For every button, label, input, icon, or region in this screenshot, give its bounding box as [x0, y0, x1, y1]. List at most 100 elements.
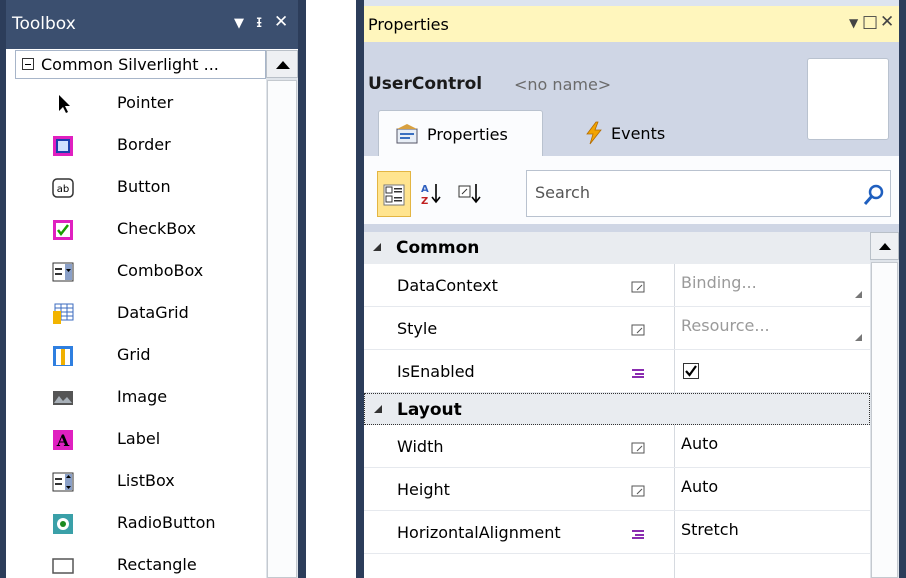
search-icon[interactable]: [862, 183, 886, 207]
property-row-partial[interactable]: [364, 554, 870, 578]
property-value[interactable]: [674, 350, 870, 392]
image-icon: [53, 391, 73, 405]
properties-frame-right: [899, 0, 906, 578]
enum-marker-icon[interactable]: [631, 367, 645, 379]
collapse-icon[interactable]: [373, 243, 381, 251]
close-icon[interactable]: ✕: [274, 12, 288, 32]
element-name[interactable]: <no name>: [514, 75, 611, 94]
tab-label: Properties: [427, 125, 508, 144]
search-box[interactable]: [526, 170, 891, 217]
close-icon[interactable]: ✕: [880, 12, 894, 32]
toolbox-item-label: Label: [117, 429, 161, 448]
toolbox-item-button[interactable]: ab Button: [44, 166, 264, 208]
property-row-horizontalalignment[interactable]: HorizontalAlignment Stretch: [364, 511, 870, 554]
toolbox-item-label: RadioButton: [117, 513, 216, 532]
toolbox-item-label: Rectangle: [117, 555, 197, 574]
sort-source-button[interactable]: [453, 171, 487, 217]
property-marker-icon[interactable]: [631, 281, 645, 293]
toolbox-item-combobox[interactable]: ComboBox: [44, 250, 264, 292]
scroll-up-button[interactable]: [266, 50, 298, 78]
collapse-icon[interactable]: [374, 405, 382, 413]
property-value[interactable]: Auto: [674, 468, 870, 510]
listbox-icon: [52, 472, 74, 492]
sort-az-button[interactable]: A Z: [415, 171, 449, 217]
property-name: Style: [397, 319, 438, 338]
collapse-icon[interactable]: [22, 58, 34, 70]
toolbox-category-header[interactable]: Common Silverlight ...: [15, 50, 266, 79]
toolbox-item-border[interactable]: Border: [44, 124, 264, 166]
tab-content-edge: [364, 156, 899, 166]
enum-marker-icon[interactable]: [631, 528, 645, 540]
property-row-isenabled[interactable]: IsEnabled: [364, 350, 870, 393]
toolbox-item-label: Grid: [117, 345, 151, 364]
scroll-up-button[interactable]: [870, 232, 899, 260]
scroll-thumb[interactable]: [871, 262, 898, 578]
isenabled-checkbox[interactable]: [683, 363, 699, 379]
pin-icon[interactable]: ᵻ: [256, 12, 262, 32]
tab-label: Events: [611, 124, 666, 143]
toolbox-item-label[interactable]: A Label: [44, 418, 264, 460]
tab-properties[interactable]: Properties: [378, 110, 543, 156]
property-row-style[interactable]: Style Resource...: [364, 307, 870, 350]
rectangle-icon: [52, 558, 74, 574]
toolbox-title: Toolbox: [12, 14, 76, 34]
svg-text:Z: Z: [421, 196, 428, 207]
button-icon: ab: [52, 178, 74, 198]
border-icon: [53, 136, 73, 156]
property-value[interactable]: Resource...: [674, 307, 870, 349]
category-common[interactable]: Common: [364, 232, 870, 264]
property-grid: Common DataContext Binding... Style Reso…: [364, 232, 870, 578]
toolbox-item-label: Image: [117, 387, 168, 406]
toolbox-item-grid[interactable]: Grid: [44, 334, 264, 376]
toolbox-title-bar[interactable]: Toolbox ▼ ᵻ ✕: [6, 0, 298, 49]
search-input[interactable]: [535, 183, 855, 202]
property-value[interactable]: Stretch: [674, 511, 870, 553]
toolbox-item-datagrid[interactable]: DataGrid: [44, 292, 264, 334]
maximize-icon[interactable]: □: [862, 12, 878, 32]
toolbox-item-listbox[interactable]: ListBox: [44, 460, 264, 502]
toolbox-item-pointer[interactable]: Pointer: [44, 82, 264, 124]
combobox-icon: [52, 262, 74, 282]
toolbox-item-checkbox[interactable]: CheckBox: [44, 208, 264, 250]
property-value[interactable]: Binding...: [674, 264, 870, 306]
element-preview: [807, 58, 889, 140]
dropdown-icon[interactable]: ▼: [234, 16, 244, 31]
toolbox-item-label: Pointer: [117, 93, 174, 112]
toolbox-panel: Toolbox ▼ ᵻ ✕ Common Silverlight ... Poi…: [0, 0, 306, 578]
toolbox-item-label: Border: [117, 135, 171, 154]
properties-icon: [396, 124, 418, 144]
toolbox-item-label: CheckBox: [117, 219, 196, 238]
property-name: DataContext: [397, 276, 498, 295]
property-row-width[interactable]: Width Auto: [364, 425, 870, 468]
property-row-height[interactable]: Height Auto: [364, 468, 870, 511]
properties-title-bar[interactable]: Properties ▼ □ ✕: [364, 6, 899, 42]
toolbox-item-image[interactable]: Image: [44, 376, 264, 418]
toolbox-scrollbar[interactable]: [266, 50, 298, 578]
property-name: Width: [397, 437, 444, 456]
property-marker-icon[interactable]: [631, 324, 645, 336]
category-layout[interactable]: Layout: [364, 393, 870, 425]
label-icon: A: [53, 430, 73, 450]
category-label: Layout: [397, 400, 462, 420]
property-grid-scrollbar[interactable]: [870, 232, 899, 578]
property-row-datacontext[interactable]: DataContext Binding...: [364, 264, 870, 307]
toolbox-item-rectangle[interactable]: Rectangle: [44, 544, 264, 578]
svg-text:A: A: [421, 184, 429, 195]
properties-panel: Properties ▼ □ ✕ UserControl <no name> P…: [356, 0, 906, 578]
categorized-button[interactable]: [377, 171, 411, 217]
toolbox-item-radiobutton[interactable]: RadioButton: [44, 502, 264, 544]
property-value[interactable]: [674, 554, 870, 578]
properties-frame-left: [356, 0, 364, 578]
toolbox-item-label: Button: [117, 177, 171, 196]
property-marker-icon[interactable]: [631, 442, 645, 454]
category-label: Common: [396, 238, 480, 258]
property-name: IsEnabled: [397, 362, 475, 381]
svg-text:ab: ab: [57, 184, 69, 195]
categorized-icon: [383, 184, 405, 206]
property-marker-icon[interactable]: [631, 485, 645, 497]
property-value[interactable]: Auto: [674, 425, 870, 467]
datagrid-icon: [53, 303, 74, 324]
dropdown-icon[interactable]: ▼: [849, 16, 858, 30]
scroll-thumb[interactable]: [267, 80, 297, 578]
property-name: HorizontalAlignment: [397, 523, 561, 542]
